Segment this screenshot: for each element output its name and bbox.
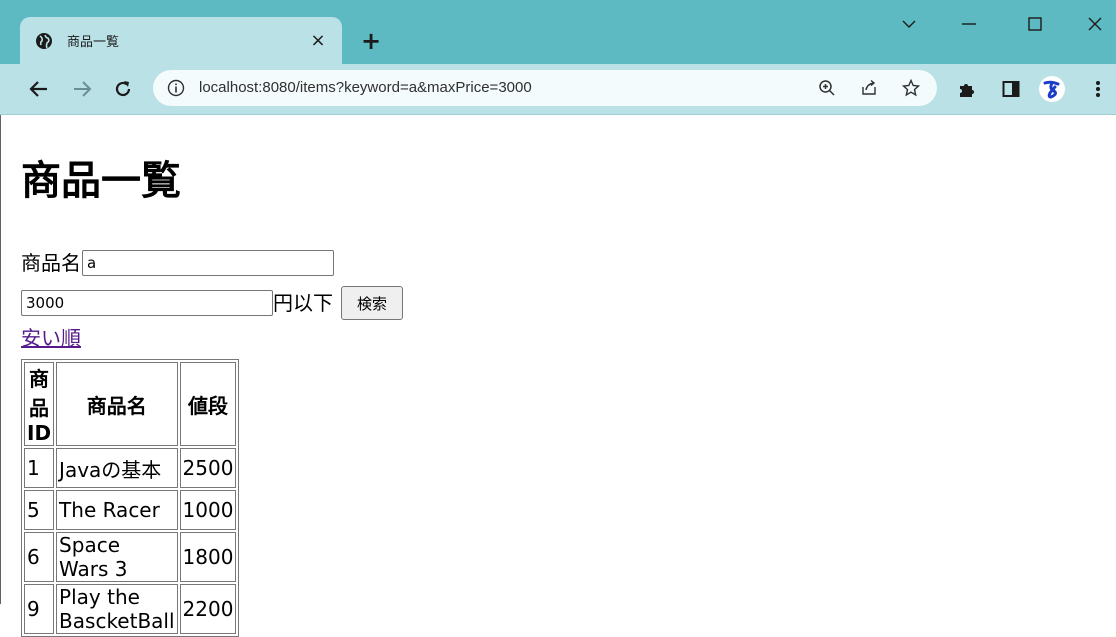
cell-item-name: The Racer xyxy=(56,490,178,530)
keyword-input[interactable] xyxy=(82,250,334,276)
cell-item-id: 1 xyxy=(24,448,55,488)
tab-title: 商品一覧 xyxy=(67,35,120,50)
star-icon[interactable] xyxy=(901,78,921,98)
keyword-label: 商品名 xyxy=(21,251,81,275)
plus-icon[interactable]: + xyxy=(358,29,384,55)
zoom-icon[interactable] xyxy=(817,78,837,98)
header-price: 値段 xyxy=(179,362,237,446)
back-arrow-icon[interactable] xyxy=(27,77,51,101)
cell-item-id: 9 xyxy=(24,584,55,634)
cell-item-name: Javaの基本 xyxy=(56,448,178,488)
cell-price: 1000 xyxy=(179,490,237,530)
tab-strip: 商品一覧 × + xyxy=(0,0,1116,64)
puzzle-icon[interactable] xyxy=(955,77,979,101)
web-page: 商品一覧 商品名 円以下 検索 安い順 商品ID 商品名 値段 1 Jav xyxy=(0,115,1116,637)
table-row: 1 Javaの基本 2500 xyxy=(24,448,237,488)
browser-tab[interactable]: 商品一覧 × xyxy=(20,17,342,64)
url-text[interactable]: localhost:8080/items?keyword=a&maxPrice=… xyxy=(199,79,532,97)
table-row: 9 Play the BascketBall 2200 xyxy=(24,584,237,634)
profile-icon[interactable] xyxy=(1038,75,1066,103)
cell-price: 2500 xyxy=(179,448,237,488)
table-header-row: 商品ID 商品名 値段 xyxy=(24,362,237,446)
sort-cheapest-link[interactable]: 安い順 xyxy=(21,325,81,351)
table-row: 5 The Racer 1000 xyxy=(24,490,237,530)
table-row: 6 Space Wars 3 1800 xyxy=(24,532,237,582)
header-item-name: 商品名 xyxy=(56,362,178,446)
forward-arrow-icon[interactable] xyxy=(70,77,94,101)
close-icon[interactable]: × xyxy=(308,31,328,50)
page-title: 商品一覧 xyxy=(21,158,181,204)
max-price-input[interactable] xyxy=(21,290,273,316)
maximize-icon[interactable] xyxy=(1023,12,1047,36)
side-panel-icon[interactable] xyxy=(999,77,1023,101)
items-table: 商品ID 商品名 値段 1 Javaの基本 2500 5 The Racer 1… xyxy=(21,359,240,637)
info-icon[interactable] xyxy=(167,79,185,97)
price-suffix-label: 円以下 xyxy=(273,291,333,315)
window-close-icon[interactable] xyxy=(1082,12,1108,36)
cell-item-id: 6 xyxy=(24,532,55,582)
globe-icon xyxy=(35,32,53,50)
cell-price: 2200 xyxy=(179,584,237,634)
cell-item-name: Space Wars 3 xyxy=(56,532,178,582)
share-icon[interactable] xyxy=(859,78,879,98)
browser-toolbar: localhost:8080/items?keyword=a&maxPrice=… xyxy=(0,64,1116,115)
address-bar[interactable]: localhost:8080/items?keyword=a&maxPrice=… xyxy=(153,70,937,106)
search-button[interactable]: 検索 xyxy=(341,286,403,320)
minimize-icon[interactable] xyxy=(955,12,983,36)
kebab-menu-icon[interactable] xyxy=(1086,77,1110,101)
cell-price: 1800 xyxy=(179,532,237,582)
chevron-down-icon[interactable] xyxy=(897,12,921,36)
price-row: 円以下 検索 xyxy=(21,286,403,320)
cell-item-id: 5 xyxy=(24,490,55,530)
header-item-id: 商品ID xyxy=(24,362,55,446)
cell-item-name: Play the BascketBall xyxy=(56,584,178,634)
keyword-row: 商品名 xyxy=(21,250,334,276)
reload-icon[interactable] xyxy=(111,77,135,101)
